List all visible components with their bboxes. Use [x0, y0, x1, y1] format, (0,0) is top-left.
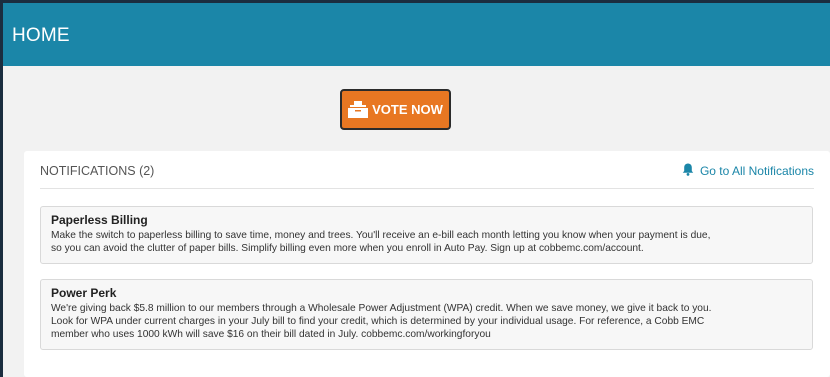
page-title: HOME	[12, 25, 70, 46]
ballot-box-icon	[348, 101, 369, 118]
notification-item[interactable]: Power Perk We're giving back $5.8 millio…	[40, 279, 813, 350]
notification-body: We're giving back $5.8 million to our me…	[51, 302, 802, 341]
notifications-card: NOTIFICATIONS (2) Go to All Notification…	[24, 151, 830, 377]
page-header: HOME	[3, 3, 830, 66]
notification-body-line: member who uses 1000 kWh will save $16 o…	[51, 329, 491, 340]
go-to-all-notifications-label: Go to All Notifications	[699, 164, 814, 178]
notification-title: Power Perk	[51, 286, 117, 300]
notifications-heading: NOTIFICATIONS (2)	[40, 164, 155, 178]
vote-now-button[interactable]: VOTE NOW	[340, 89, 451, 130]
notification-item[interactable]: Paperless Billing Make the switch to pap…	[40, 206, 813, 264]
bell-icon	[682, 163, 694, 179]
notification-body-line: so you can avoid the clutter of paper bi…	[51, 243, 644, 254]
notification-body-line: Look for WPA under current charges in yo…	[51, 316, 705, 327]
vote-now-label: VOTE NOW	[372, 102, 443, 117]
header-divider	[40, 188, 814, 189]
notification-body-line: We're giving back $5.8 million to our me…	[51, 303, 712, 314]
vote-area: VOTE NOW	[340, 89, 451, 130]
notification-title: Paperless Billing	[51, 213, 148, 227]
go-to-all-notifications-link[interactable]: Go to All Notifications	[682, 163, 814, 179]
notification-body: Make the switch to paperless billing to …	[51, 229, 802, 255]
notification-body-line: Make the switch to paperless billing to …	[51, 230, 711, 241]
